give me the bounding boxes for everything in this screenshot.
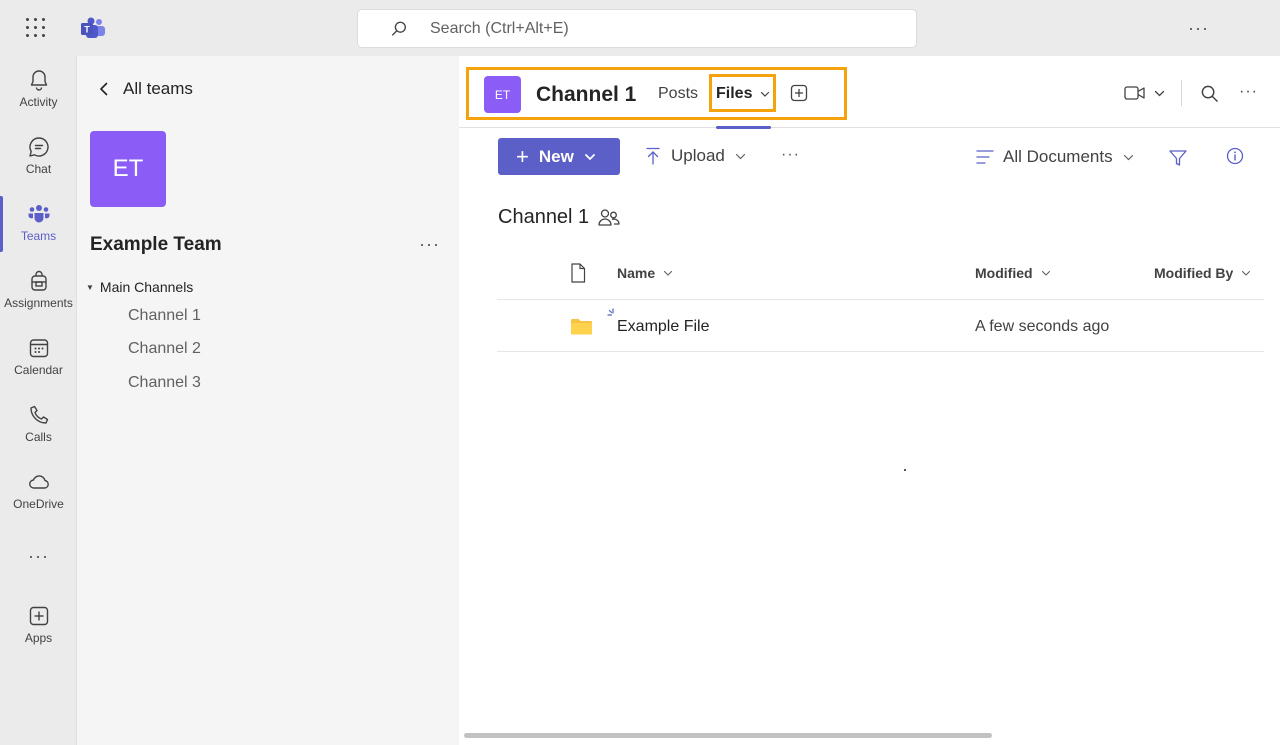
chevron-down-icon [664,270,673,276]
header-divider [1181,80,1182,106]
plus-icon: + [516,143,529,169]
more-apps-button[interactable]: ··· [0,546,77,567]
new-button-label: New [538,146,574,166]
rail-label: Chat [25,162,52,176]
chevron-down-icon [761,91,770,97]
rail-label: Teams [20,229,57,243]
top-bar: T Search (Ctrl+Alt+E) ··· [0,0,1280,56]
chevron-down-icon [584,153,595,160]
chevron-left-icon [100,82,108,96]
tab-files[interactable]: Files [716,85,770,103]
column-name-label: Name [617,265,656,281]
rail-item-assignments[interactable]: Assignments [0,269,77,329]
rail-label: Activity [19,95,58,109]
column-modified[interactable]: Modified [975,265,1051,281]
upload-icon [646,147,660,165]
rail-item-apps[interactable]: Apps [0,604,77,664]
column-header-row: Name Modified Modified By [497,246,1264,300]
tab-posts[interactable]: Posts [658,85,698,103]
search-box[interactable]: Search (Ctrl+Alt+E) [357,9,917,48]
app-rail: Activity Chat Teams Assignments Calendar… [0,56,77,745]
app-launcher-icon[interactable] [24,16,48,40]
chevron-down-icon [1154,90,1165,96]
column-modified-by[interactable]: Modified By [1154,265,1251,281]
svg-text:T: T [84,25,90,35]
caret-down-icon: ▼ [86,282,94,292]
channel-item-3[interactable]: Channel 3 [128,374,201,392]
bell-icon [30,70,47,91]
calendar-icon [29,339,48,358]
teams-logo-icon: T [81,17,105,38]
upload-button[interactable]: Upload [645,146,746,166]
channel-avatar: ET [484,76,521,113]
stray-dot [904,469,906,471]
back-label: All teams [123,79,193,98]
teams-icon [28,205,49,223]
column-modified-by-label: Modified By [1154,265,1234,281]
rail-item-chat[interactable]: Chat [0,135,77,195]
chevron-down-icon [1041,270,1050,276]
table-row[interactable]: Example File A few seconds ago [497,300,1264,352]
chevron-down-icon [1123,154,1133,160]
rail-item-onedrive[interactable]: OneDrive [0,470,77,530]
channel-item-1[interactable]: Channel 1 [128,307,201,325]
people-icon [598,208,620,226]
library-title-text: Channel 1 [498,206,590,228]
chevron-down-icon [1242,270,1251,276]
rail-label: Calendar [14,363,63,377]
tab-files-label: Files [716,85,753,102]
channel-more-button[interactable]: ··· [1239,83,1258,101]
section-label: Main Channels [99,279,194,295]
file-type-icon[interactable] [570,263,586,283]
rail-item-activity[interactable]: Activity [0,68,77,128]
phone-icon [29,405,48,424]
active-tab-indicator [716,126,771,129]
backpack-icon [30,270,47,291]
rail-label: Calls [25,430,52,444]
column-name[interactable]: Name [617,265,673,281]
file-name-link[interactable]: Example File [617,318,709,336]
add-tab-icon[interactable] [790,84,808,102]
column-modified-label: Modified [975,265,1033,281]
rail-item-teams[interactable]: Teams [0,202,77,262]
chat-icon [28,137,49,157]
toolbar-more-button[interactable]: ··· [781,146,800,164]
channel-title: Channel 1 [536,83,637,106]
rail-item-calls[interactable]: Calls [0,403,77,463]
search-placeholder: Search (Ctrl+Alt+E) [430,19,569,37]
all-teams-back-button[interactable]: All teams [97,79,193,99]
team-name: Example Team [90,234,222,255]
new-button[interactable]: + New [498,138,620,175]
upload-label: Upload [671,146,725,165]
cloud-icon [28,475,49,489]
view-label: All Documents [1003,147,1113,166]
folder-icon [571,319,592,335]
team-panel: All teams ET Example Team ··· ▼ Main Cha… [77,56,459,745]
rail-label: Apps [24,631,53,645]
library-title: Channel 1 [498,206,621,229]
rail-item-calendar[interactable]: Calendar [0,336,77,396]
main-channels-section[interactable]: ▼ Main Channels [86,279,193,295]
meet-button[interactable] [1124,84,1165,102]
search-icon [392,21,406,36]
view-selector[interactable]: All Documents [975,147,1134,167]
search-icon[interactable] [1200,84,1219,103]
channel-header: ET Channel 1 Posts Files ··· [459,56,1280,129]
team-avatar: ET [90,131,166,207]
video-camera-icon [1124,86,1145,100]
add-app-icon [29,606,48,626]
channel-item-2[interactable]: Channel 2 [128,340,201,358]
rail-label: Assignments [4,296,73,310]
info-icon[interactable] [1225,146,1245,166]
file-modified: A few seconds ago [975,318,1110,335]
list-view-icon [976,150,994,164]
team-more-button[interactable]: ··· [419,234,440,255]
filter-icon[interactable] [1168,148,1188,168]
rail-label: OneDrive [13,497,64,511]
chevron-down-icon [735,153,745,159]
horizontal-scrollbar[interactable] [464,733,992,738]
settings-more-button[interactable]: ··· [1188,18,1209,39]
main-content: ET Channel 1 Posts Files ··· + New Uploa… [459,56,1280,745]
